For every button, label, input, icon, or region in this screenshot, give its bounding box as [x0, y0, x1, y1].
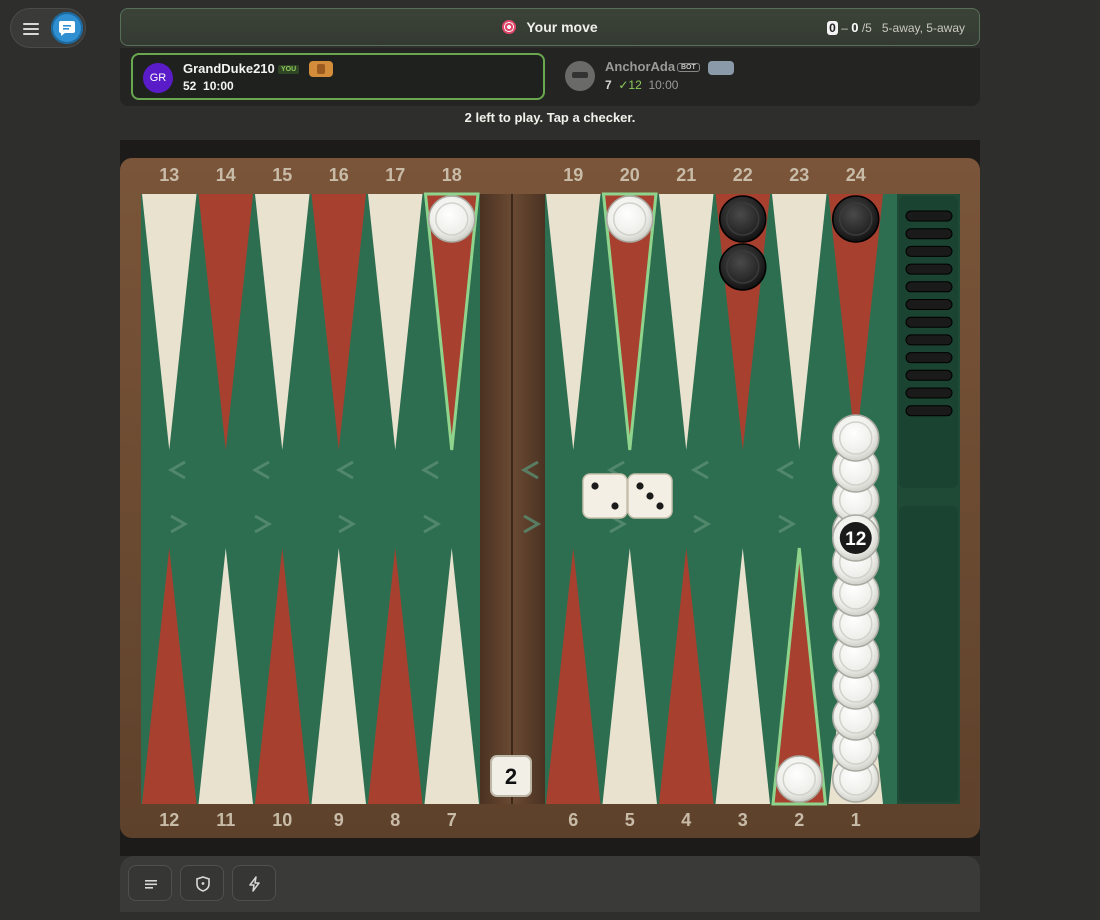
point-label: 13	[159, 165, 179, 185]
away-text: 5-away, 5-away	[881, 21, 965, 35]
white-checker[interactable]	[775, 755, 823, 803]
point-label: 22	[733, 165, 753, 185]
point-label: 14	[216, 165, 236, 185]
score-opp: 0	[851, 20, 859, 35]
medal-icon	[708, 61, 734, 75]
white-checker-stack-top[interactable]: 12	[832, 514, 880, 562]
player-you-name: GrandDuke210	[183, 61, 275, 76]
bolt-icon	[249, 876, 260, 892]
point-label: 3	[738, 810, 748, 830]
borne-off-checker	[905, 369, 953, 381]
point-label: 2	[794, 810, 804, 830]
borne-off-checker	[905, 210, 953, 222]
point-label: 6	[568, 810, 578, 830]
you-badge: YOU	[278, 65, 300, 74]
point-label: 17	[385, 165, 405, 185]
borne-off-checker	[905, 352, 953, 364]
cube-value: 2	[505, 764, 517, 789]
player-opp-name: AnchorAda	[605, 59, 676, 74]
pip-count: 7	[605, 78, 612, 92]
point-label: 20	[620, 165, 640, 185]
target-icon	[502, 20, 517, 34]
die[interactable]	[627, 473, 673, 519]
doubling-cube[interactable]: 2	[490, 755, 532, 797]
move-hint: 2 left to play. Tap a checker.	[464, 110, 636, 125]
point-label: 4	[681, 810, 691, 830]
borne-off-checker	[905, 334, 953, 346]
point-label: 12	[159, 810, 179, 830]
borne-off-checker	[905, 281, 953, 293]
tray-bottom[interactable]	[899, 506, 958, 802]
pip-check: ✓12	[618, 78, 642, 92]
point-label: 10	[272, 810, 292, 830]
list-button[interactable]	[128, 865, 172, 901]
borne-off-checker	[905, 405, 953, 417]
shield-button[interactable]	[180, 865, 224, 901]
bottom-toolbar	[120, 856, 980, 912]
status-bar: Your move 0 – 0 /5 5-away, 5-away	[120, 8, 980, 46]
point-label: 18	[442, 165, 462, 185]
pip-count: 52	[183, 79, 197, 93]
status-message-text: Your move	[526, 19, 598, 35]
bot-avatar-icon	[565, 61, 595, 91]
score-you: 0	[827, 21, 838, 35]
point-label: 19	[563, 165, 583, 185]
borne-off-checker	[905, 299, 953, 310]
players-panel: GR GrandDuke210 YOU 52 10:00 AnchorAda B…	[120, 48, 980, 106]
chat-icon[interactable]	[51, 12, 83, 44]
point-label: 16	[329, 165, 349, 185]
borne-off-checker	[905, 228, 953, 240]
borne-off-checker	[905, 263, 953, 275]
point-label: 8	[390, 810, 400, 830]
match-score: 0 – 0 /5 5-away, 5-away	[827, 20, 965, 35]
point-label: 23	[789, 165, 809, 185]
white-checker[interactable]	[832, 414, 880, 462]
player-you-card[interactable]: GR GrandDuke210 YOU 52 10:00	[131, 53, 545, 100]
point-label: 11	[216, 810, 235, 830]
match-length: /5	[861, 21, 872, 35]
point-label: 15	[272, 165, 292, 185]
shield-icon	[196, 876, 210, 892]
avatar: GR	[143, 63, 173, 93]
die[interactable]	[582, 473, 628, 519]
clock: 10:00	[203, 79, 234, 93]
white-checker[interactable]	[606, 195, 654, 243]
list-icon	[145, 880, 157, 889]
backgammon-board[interactable]: 13 14 15 16 17 18 19 20 21 22 23 2412 11 10 9 8 7 6 5 4 3 2 1 …	[120, 140, 980, 856]
player-opp-card[interactable]: AnchorAda BOT 7 ✓12 10:00	[565, 53, 965, 100]
player-you-stats: 52 10:00	[183, 79, 234, 93]
black-checker[interactable]	[719, 243, 767, 291]
bot-badge: BOT	[677, 63, 700, 72]
menu-icon[interactable]	[19, 17, 43, 41]
borne-off-checker	[905, 245, 953, 257]
score-separator: –	[841, 21, 848, 35]
medal-icon	[309, 61, 333, 77]
left-felt	[141, 194, 480, 804]
top-left-controls	[10, 8, 86, 48]
clock: 10:00	[648, 78, 679, 92]
white-checker[interactable]	[428, 195, 476, 243]
point-label: 5	[625, 810, 635, 830]
black-checker[interactable]	[832, 195, 880, 243]
borne-off-checker	[905, 387, 953, 399]
point-label: 24	[846, 165, 866, 185]
black-checker[interactable]	[719, 195, 767, 243]
player-opp-stats: 7 ✓12 10:00	[605, 78, 678, 92]
point-label: 7	[447, 810, 457, 830]
point-label: 9	[334, 810, 344, 830]
stack-count-label: 12	[845, 529, 866, 550]
bolt-button[interactable]	[232, 865, 276, 901]
borne-off-checker	[905, 316, 953, 328]
point-label: 21	[676, 165, 696, 185]
point-label: 1	[851, 810, 861, 830]
